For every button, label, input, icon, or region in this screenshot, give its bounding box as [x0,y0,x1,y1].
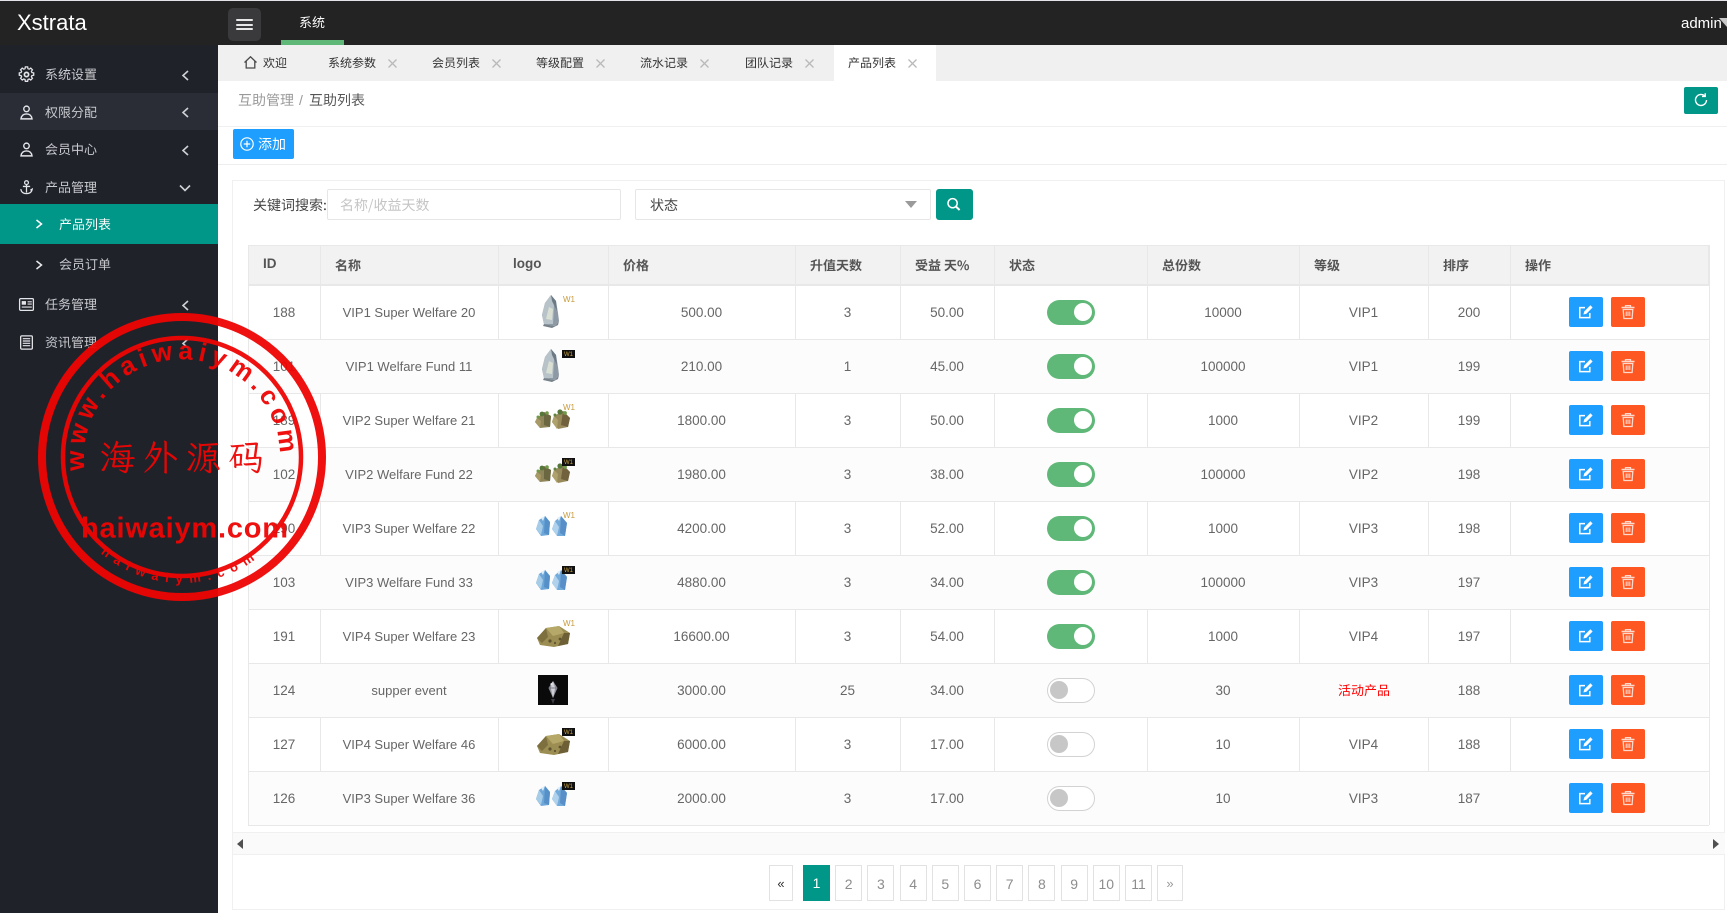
svg-text:W1: W1 [564,352,574,358]
svg-text:haiwaiym.com: haiwaiym.com [81,513,289,545]
svg-text:W1: W1 [563,619,576,628]
svg-text:W1: W1 [564,460,574,466]
svg-text:W1: W1 [563,295,576,304]
svg-text:W1: W1 [563,403,576,412]
svg-text:W1: W1 [564,784,574,790]
svg-text:W1: W1 [564,730,574,736]
svg-text:W1: W1 [563,511,576,520]
svg-text:www.haiwaiym.com: www.haiwaiym.com [60,335,305,472]
svg-text:W1: W1 [564,568,574,574]
